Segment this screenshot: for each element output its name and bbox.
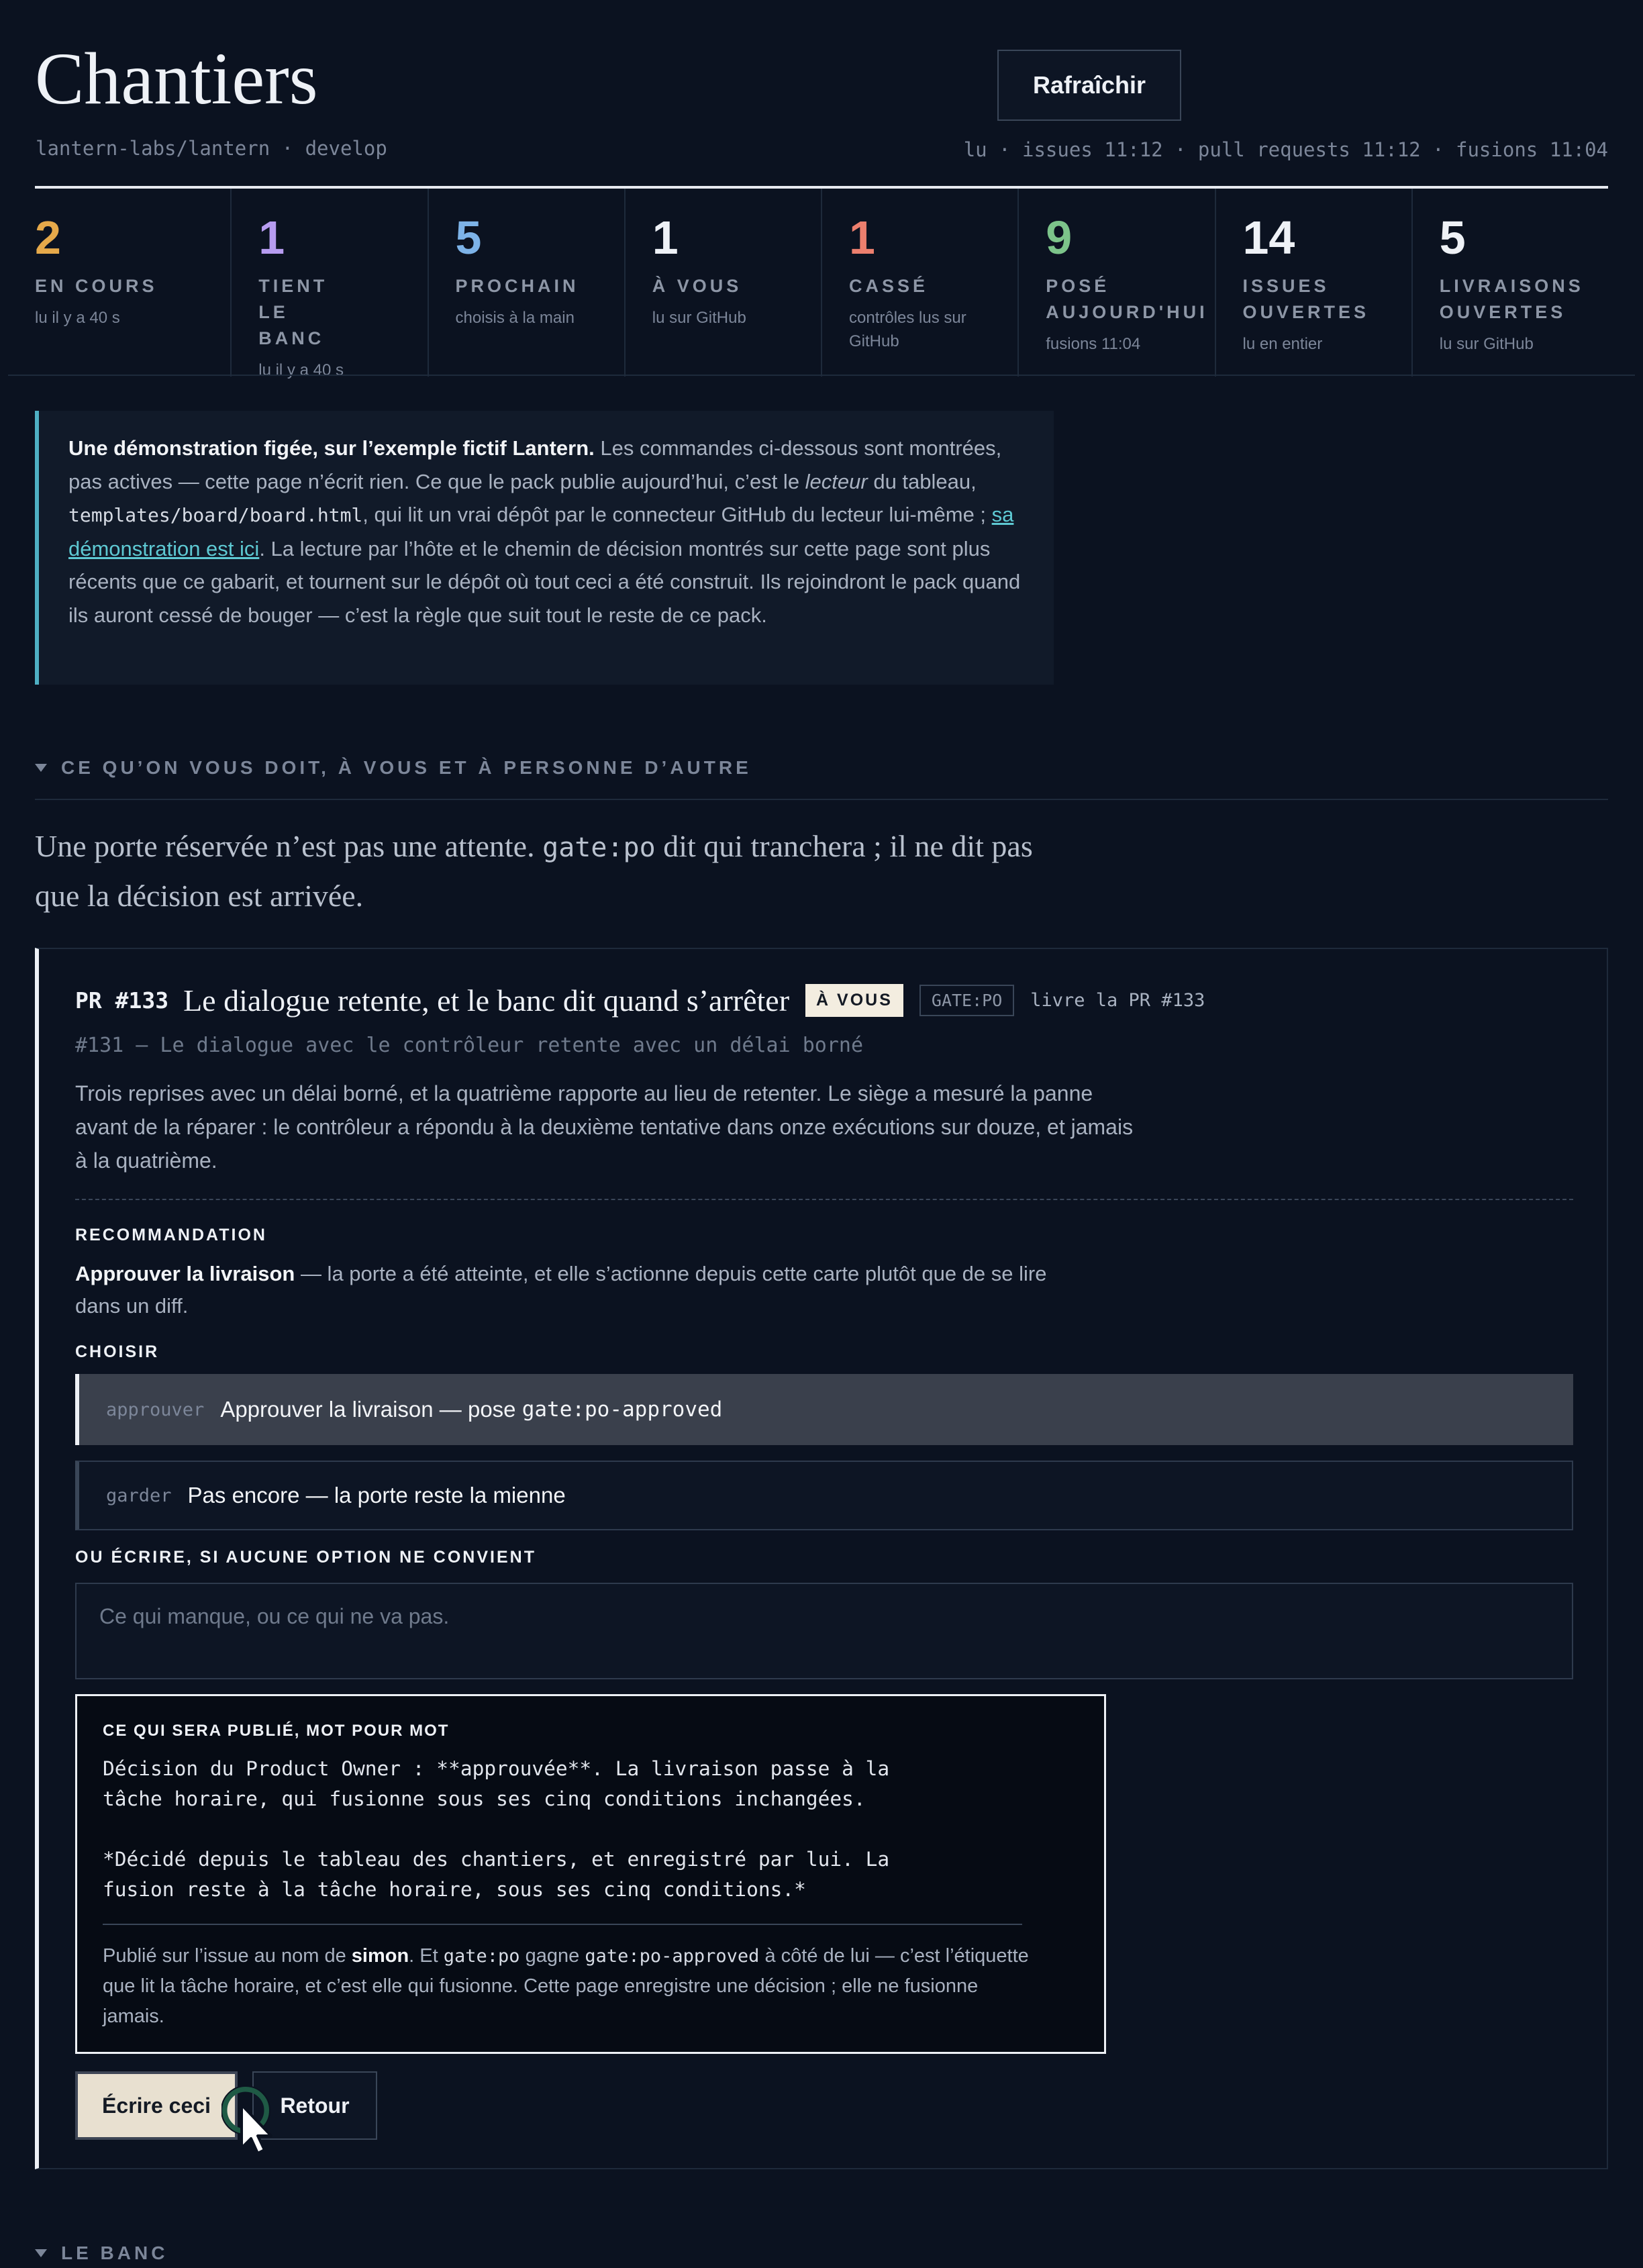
stat-broken: 1 CASSÉ contrôles lus sur GitHub <box>821 189 1017 377</box>
preview-label: CE QUI SERA PUBLIÉ, MOT POUR MOT <box>103 1722 450 1740</box>
lede-code: gate:po <box>542 832 656 863</box>
stat-value: 1 <box>849 211 875 264</box>
choose-label: CHOISIR <box>75 1342 160 1361</box>
page-title: Chantiers <box>35 38 318 119</box>
demo-notice: Une démonstration figée, sur l’exemple f… <box>35 411 1054 685</box>
stat-label: CASSÉ <box>849 276 929 296</box>
option-code: gate:po-approved <box>521 1397 723 1422</box>
write-button[interactable]: Écrire ceci <box>75 2071 238 2140</box>
badge-yours: À VOUS <box>805 984 903 1017</box>
notice-code: templates/board/board.html <box>68 504 363 526</box>
stat-value: 14 <box>1242 211 1295 264</box>
section-heading: CE QU’ON VOUS DOIT, À VOUS ET À PERSONNE… <box>61 757 752 778</box>
decision-card: PR #133 Le dialogue retente, et le banc … <box>35 948 1608 2169</box>
dashed-divider <box>75 1199 1573 1200</box>
section-rule <box>35 799 1608 800</box>
section-toggle-yours[interactable]: CE QU’ON VOUS DOIT, À VOUS ET À PERSONNE… <box>35 757 752 779</box>
recommendation-bold: Approuver la livraison <box>75 1262 295 1285</box>
stat-sub: lu en entier <box>1242 335 1323 353</box>
comment-textarea[interactable]: Ce qui manque, ou ce qui ne va pas. <box>75 1583 1573 1679</box>
stat-label: EN COURS <box>35 276 158 296</box>
stat-label: PROCHAIN <box>455 276 579 296</box>
section-lede: Une porte réservée n’est pas une attente… <box>35 822 1062 920</box>
write-label: OU ÉCRIRE, SI AUCUNE OPTION NE CONVIENT <box>75 1548 536 1567</box>
stats-rule <box>8 375 1635 376</box>
notice-text: du tableau, <box>867 469 977 493</box>
section-toggle-bench[interactable]: LE BANC <box>35 2242 168 2264</box>
repo-branch: lantern-labs/lantern · develop <box>36 137 387 160</box>
option-key: garder <box>106 1485 172 1506</box>
delivers-pr: livre la PR #133 <box>1030 990 1205 1011</box>
preview-text: Décision du Product Owner : **approuvée*… <box>103 1757 890 1901</box>
preview-note: Publié sur l’issue au nom de simon. Et g… <box>103 1941 1042 2032</box>
stat-value: 1 <box>258 211 285 264</box>
option-approve[interactable]: approuver Approuver la livraison — pose … <box>75 1374 1573 1445</box>
note-text: . Et <box>409 1945 444 1967</box>
notice-em: lecteur <box>805 469 868 493</box>
caret-down-icon <box>35 2249 47 2257</box>
stat-value: 1 <box>652 211 679 264</box>
stat-value: 2 <box>35 211 61 264</box>
stat-value: 5 <box>455 211 482 264</box>
card-header: PR #133 Le dialogue retente, et le banc … <box>75 983 1205 1018</box>
notice-bold: Une démonstration figée, sur l’exemple f… <box>68 436 595 460</box>
stat-sub: lu sur GitHub <box>652 309 746 327</box>
stat-sub: lu sur GitHub <box>1439 335 1534 353</box>
caret-down-icon <box>35 764 47 772</box>
stat-label: ISSUES OUVERTES <box>1242 276 1370 322</box>
stat-landed-today: 9 POSÉ AUJOURD'HUI fusions 11:04 <box>1017 189 1214 377</box>
badge-gate: GATE:PO <box>919 985 1015 1016</box>
option-key: approuver <box>106 1399 205 1420</box>
lede-text: Une porte réservée n’est pas une attente… <box>35 829 543 863</box>
recommendation-label: RECOMMANDATION <box>75 1226 267 1244</box>
stat-label: LIVRAISONS OUVERTES <box>1439 276 1584 322</box>
stat-value: 9 <box>1046 211 1073 264</box>
issue-ref: #131 — Le dialogue avec le contrôleur re… <box>75 1034 863 1057</box>
publish-preview: CE QUI SERA PUBLIÉ, MOT POUR MOT Décisio… <box>75 1694 1106 2054</box>
note-code: gate:po-approved <box>585 1946 760 1967</box>
stat-holding-bench: 1 TIENT LE BANC lu il y a 40 s <box>230 189 427 379</box>
option-label: Approuver la livraison — pose <box>220 1397 522 1422</box>
refresh-button[interactable]: Rafraîchir <box>997 50 1181 121</box>
stat-open-deliveries: 5 LIVRAISONS OUVERTES lu sur GitHub <box>1411 189 1608 377</box>
stat-sub: choisis à la main <box>455 309 575 327</box>
notice-text: , qui lit un vrai dépôt par le connecteu… <box>362 503 992 526</box>
section-heading: LE BANC <box>61 2242 168 2263</box>
read-times: lu · issues 11:12 · pull requests 11:12 … <box>963 138 1608 161</box>
preview-rule <box>103 1924 1022 1925</box>
pr-title: Le dialogue retente, et le banc dit quan… <box>183 983 790 1018</box>
note-text: Publié sur l’issue au nom de <box>103 1945 352 1967</box>
note-text: gagne <box>519 1945 585 1967</box>
stat-label: TIENT LE BANC <box>258 276 328 348</box>
stat-yours: 1 À VOUS lu sur GitHub <box>624 189 821 377</box>
stat-open-issues: 14 ISSUES OUVERTES lu en entier <box>1214 189 1411 377</box>
note-code: gate:po <box>443 1946 520 1967</box>
stat-next: 5 PROCHAIN choisis à la main <box>427 189 624 377</box>
note-user: simon <box>351 1945 409 1967</box>
stat-value: 5 <box>1439 211 1466 264</box>
stat-sub: lu il y a 40 s <box>258 361 344 379</box>
stats-bar: 2 EN COURS lu il y a 40 s 1 TIENT LE BAN… <box>35 189 1608 379</box>
card-description: Trois reprises avec un délai borné, et l… <box>75 1081 1134 1173</box>
recommendation: Approuver la livraison — la porte a été … <box>75 1258 1095 1322</box>
pr-number: PR #133 <box>75 987 169 1014</box>
stat-sub: contrôles lus sur GitHub <box>849 309 966 350</box>
option-label: Pas encore — la porte reste la mienne <box>187 1483 566 1508</box>
stat-label: POSÉ AUJOURD'HUI <box>1046 276 1208 322</box>
back-button[interactable]: Retour <box>252 2071 377 2140</box>
stat-sub: fusions 11:04 <box>1046 335 1141 353</box>
option-keep[interactable]: garder Pas encore — la porte reste la mi… <box>75 1461 1573 1530</box>
stat-sub: lu il y a 40 s <box>35 309 120 327</box>
stat-label: À VOUS <box>652 276 742 296</box>
stat-in-progress: 2 EN COURS lu il y a 40 s <box>35 189 230 377</box>
